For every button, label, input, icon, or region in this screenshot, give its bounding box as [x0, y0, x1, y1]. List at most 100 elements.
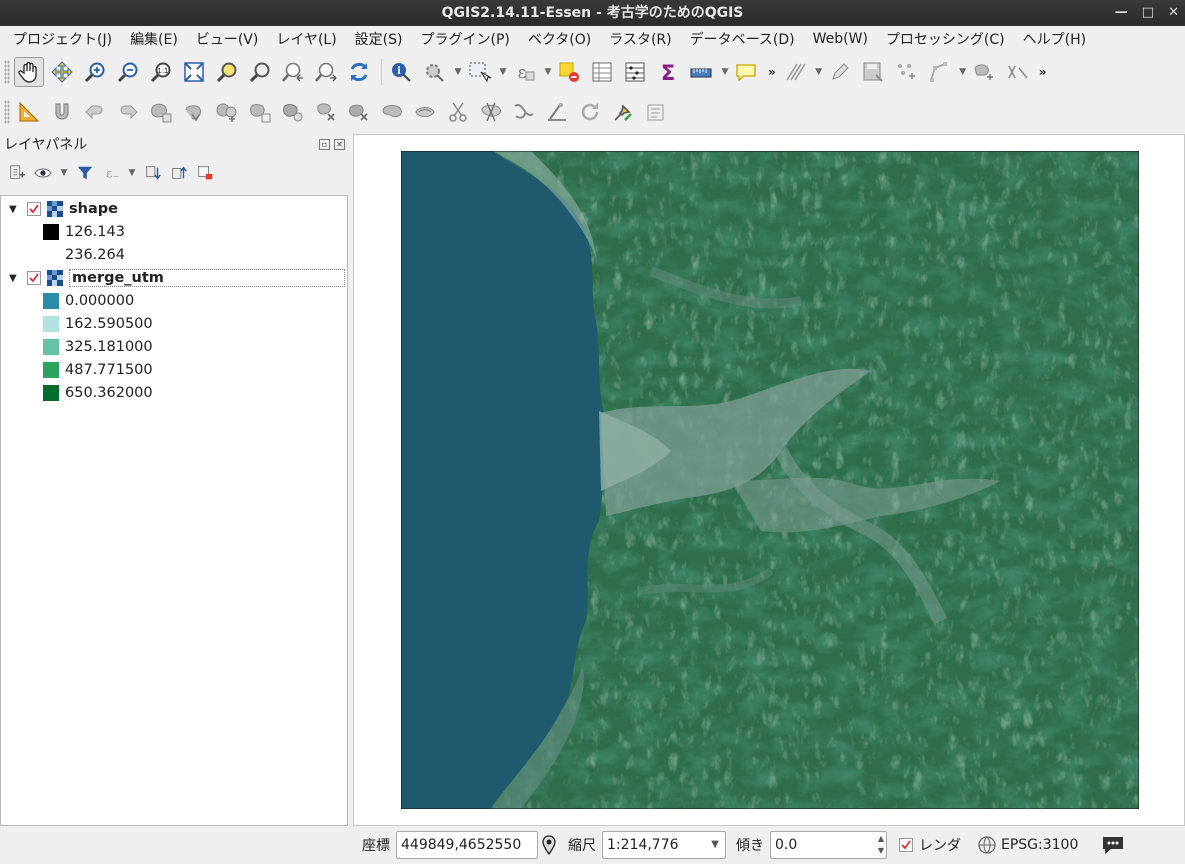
zoom-last-button[interactable] — [278, 57, 308, 87]
menu-processing[interactable]: プロセッシング(C) — [877, 29, 1014, 49]
close-panel-icon[interactable]: ✕ — [334, 139, 345, 150]
zoom-to-selection-button[interactable] — [212, 57, 242, 87]
label-pin-button[interactable] — [608, 97, 638, 127]
manage-visibility-button[interactable] — [32, 162, 54, 184]
menu-plugins[interactable]: プラグイン(P) — [411, 29, 518, 49]
coordinate-field[interactable]: 449849,4652550 — [396, 831, 538, 859]
remove-layer-button[interactable] — [194, 162, 216, 184]
statistics-button[interactable]: Σ — [653, 57, 683, 87]
map-tips-button[interactable] — [731, 57, 761, 87]
add-part-button[interactable] — [245, 97, 275, 127]
select-dropdown-arrow[interactable]: ▼ — [497, 67, 509, 77]
action-button[interactable] — [419, 57, 449, 87]
undock-panel-icon[interactable]: ▫ — [319, 139, 330, 150]
add-group-button[interactable] — [6, 162, 28, 184]
layer-visibility-checkbox[interactable] — [27, 202, 41, 216]
redo-button[interactable] — [113, 97, 143, 127]
toggle-editing-button[interactable] — [825, 57, 855, 87]
terrain-map[interactable] — [401, 151, 1139, 809]
menu-edit[interactable]: 編集(E) — [121, 29, 187, 49]
split-parts-button[interactable] — [476, 97, 506, 127]
menu-help[interactable]: ヘルプ(H) — [1014, 29, 1095, 49]
add-layer-button[interactable] — [969, 57, 999, 87]
simplify-button[interactable] — [212, 97, 242, 127]
close-icon[interactable]: ✕ — [1168, 0, 1179, 26]
merge-attributes-button[interactable] — [542, 97, 572, 127]
menu-vector[interactable]: ベクタ(O) — [519, 29, 600, 49]
split-features-button[interactable] — [443, 97, 473, 127]
snapping-button[interactable] — [47, 97, 77, 127]
zoom-out-button[interactable] — [113, 57, 143, 87]
menu-project[interactable]: プロジェクト(J) — [4, 29, 121, 49]
zoom-in-button[interactable] — [80, 57, 110, 87]
scale-combobox[interactable]: 1:214,776 ▼ — [602, 831, 726, 859]
layer-row-merge-utm[interactable]: ▼ merge_utm — [9, 267, 345, 289]
label-tool-button[interactable] — [1002, 57, 1032, 87]
action-dropdown-arrow[interactable]: ▼ — [452, 67, 464, 77]
messages-button[interactable] — [1100, 834, 1126, 856]
pan-tool-button[interactable] — [14, 57, 44, 87]
reshape-button[interactable] — [377, 97, 407, 127]
layer-visibility-checkbox[interactable] — [27, 271, 41, 285]
merge-features-button[interactable] — [509, 97, 539, 127]
expand-all-button[interactable] — [142, 162, 164, 184]
menu-view[interactable]: ビュー(V) — [187, 29, 268, 49]
zoom-next-button[interactable] — [311, 57, 341, 87]
render-checkbox[interactable] — [899, 838, 913, 852]
offset-curve-button[interactable] — [410, 97, 440, 127]
field-calculator-button[interactable] — [620, 57, 650, 87]
menu-web[interactable]: Web(W) — [804, 31, 877, 47]
refresh-button[interactable] — [344, 57, 374, 87]
digitize-dropdown-arrow[interactable]: ▼ — [813, 67, 825, 77]
menu-database[interactable]: データベース(D) — [681, 29, 804, 49]
save-edits-button[interactable] — [858, 57, 888, 87]
toolbar-grip[interactable] — [4, 60, 10, 84]
move-feature-button[interactable] — [924, 57, 954, 87]
collapse-arrow-icon[interactable]: ▼ — [9, 273, 19, 284]
zoom-full-button[interactable] — [179, 57, 209, 87]
advanced-digitize-button[interactable] — [14, 97, 44, 127]
toolbar-overflow-button[interactable]: » — [768, 65, 776, 79]
zoom-native-button[interactable]: 1:1 — [146, 57, 176, 87]
rotation-spin-arrows[interactable]: ▲ ▼ — [878, 833, 884, 857]
add-feature-button[interactable] — [891, 57, 921, 87]
digitize-lines-button[interactable] — [780, 57, 810, 87]
select-by-expression-button[interactable]: ε — [509, 57, 539, 87]
zoom-to-layer-button[interactable] — [245, 57, 275, 87]
menu-raster[interactable]: ラスタ(R) — [600, 29, 680, 49]
identify-button[interactable]: i — [386, 57, 416, 87]
coordinate-toggle-icon[interactable] — [540, 834, 560, 856]
label-properties-button[interactable] — [641, 97, 671, 127]
scale-dropdown-arrow[interactable]: ▼ — [711, 832, 719, 858]
maximize-icon[interactable]: □ — [1142, 0, 1154, 26]
map-canvas[interactable] — [353, 134, 1185, 826]
minimize-icon[interactable]: — — [1115, 0, 1128, 26]
menu-layer[interactable]: レイヤ(L) — [267, 29, 345, 49]
menu-settings[interactable]: 設定(S) — [346, 29, 412, 49]
toolbar-overflow-button-2[interactable]: » — [1039, 65, 1047, 79]
collapse-all-button[interactable] — [168, 162, 190, 184]
rotate-feature-button[interactable] — [179, 97, 209, 127]
layer-row-shape[interactable]: ▼ shape — [9, 198, 118, 220]
measure-dropdown-arrow[interactable]: ▼ — [719, 67, 731, 77]
toolbar-grip-2[interactable] — [4, 100, 10, 124]
rotation-spinbox[interactable]: 0.0 ▲ ▼ — [770, 831, 887, 859]
crs-status-button[interactable]: EPSG:3100 — [977, 835, 1078, 855]
filter-legend-button[interactable] — [74, 162, 96, 184]
undo-button[interactable] — [80, 97, 110, 127]
add-ring-button[interactable] — [146, 97, 176, 127]
node-dropdown-arrow[interactable]: ▼ — [957, 67, 969, 77]
deselect-button[interactable] — [554, 57, 584, 87]
expression-filter-dropdown-arrow[interactable]: ▼ — [126, 168, 138, 178]
filter-by-expression-button[interactable]: ε — [100, 162, 122, 184]
delete-ring-button[interactable] — [311, 97, 341, 127]
pan-to-selection-button[interactable] — [47, 57, 77, 87]
measure-button[interactable] — [686, 57, 716, 87]
attribute-table-button[interactable] — [587, 57, 617, 87]
collapse-arrow-icon[interactable]: ▼ — [9, 204, 19, 215]
delete-part-button[interactable] — [344, 97, 374, 127]
rotate-point-symbols-button[interactable] — [575, 97, 605, 127]
select-features-button[interactable] — [464, 57, 494, 87]
expression-dropdown-arrow[interactable]: ▼ — [542, 67, 554, 77]
fill-ring-button[interactable] — [278, 97, 308, 127]
